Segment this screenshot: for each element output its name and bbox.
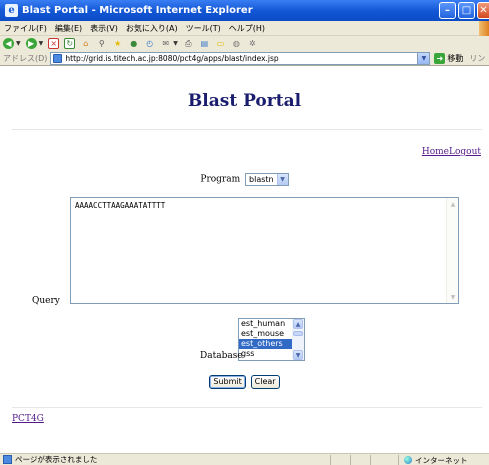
internet-explorer-icon: e (5, 4, 18, 17)
scroll-down-icon[interactable]: ▼ (293, 350, 303, 360)
forward-dropdown-icon[interactable]: ▼ (39, 40, 44, 47)
refresh-icon[interactable]: ↻ (64, 38, 76, 49)
window-titlebar: e Blast Portal - Microsoft Internet Expl… (0, 0, 489, 21)
back-icon[interactable]: ◀ (3, 38, 14, 49)
status-divider (398, 455, 399, 465)
window-controls: – □ ✕ (439, 2, 489, 19)
research-icon[interactable]: ✲ (247, 38, 258, 49)
bottom-divider (12, 407, 482, 408)
globe-icon (404, 456, 412, 464)
program-row: Program blastn ▼ (0, 173, 489, 186)
home-icon[interactable]: ⌂ (80, 38, 91, 49)
window-title: Blast Portal - Microsoft Internet Explor… (22, 5, 253, 16)
go-label[interactable]: 移動 (447, 53, 463, 64)
database-listbox[interactable]: est_human est_mouse est_others gss ▲ ▼ (238, 318, 305, 361)
close-button[interactable]: ✕ (477, 2, 489, 19)
pct4g-link[interactable]: PCT4G (12, 414, 44, 424)
clear-button[interactable]: Clear (250, 375, 280, 389)
address-field[interactable]: http://grid.is.titech.ac.jp:8080/pct4g/a… (50, 51, 431, 65)
status-bar: ページが表示されました インターネット (0, 453, 489, 465)
status-text: ページが表示されました (15, 455, 98, 464)
query-scrollbar[interactable]: ▲ ▼ (446, 198, 458, 303)
menu-bar: ファイル(F) 編集(E) 表示(V) お気に入り(A) ツール(T) ヘルプ(… (0, 21, 489, 36)
database-label: Database (200, 351, 243, 361)
program-label: Program (200, 174, 241, 185)
query-text[interactable]: AAAACCTTAAGAAATATTTT (75, 201, 165, 210)
print-icon[interactable]: ⎙ (183, 38, 194, 49)
scroll-up-icon[interactable]: ▲ (448, 199, 458, 209)
status-divider (330, 455, 331, 465)
menu-tools[interactable]: ツール(T) (186, 23, 221, 34)
favorites-icon[interactable]: ★ (112, 38, 123, 49)
scroll-down-icon[interactable]: ▼ (448, 292, 458, 302)
database-option[interactable]: est_mouse (239, 329, 293, 339)
form-buttons: Submit Clear (0, 375, 489, 389)
scroll-thumb[interactable] (293, 331, 303, 336)
media-icon[interactable]: ● (128, 38, 139, 49)
program-select[interactable]: blastn ▼ (245, 173, 289, 186)
status-divider (370, 455, 371, 465)
page-content: Blast Portal HomeLogout Program blastn ▼… (0, 67, 489, 453)
top-divider (12, 129, 482, 130)
menu-view[interactable]: 表示(V) (90, 23, 118, 34)
links-label[interactable]: リン (469, 53, 485, 64)
discuss-icon[interactable]: ▭ (215, 38, 226, 49)
security-zone: インターネット (404, 454, 468, 465)
home-link[interactable]: Home (422, 147, 449, 157)
zone-label: インターネット (415, 455, 468, 465)
database-option[interactable]: gss (239, 349, 293, 359)
address-bar: アドレス(D) http://grid.is.titech.ac.jp:8080… (0, 51, 489, 66)
menu-edit[interactable]: 編集(E) (55, 23, 82, 34)
menu-help[interactable]: ヘルプ(H) (229, 23, 265, 34)
database-option-selected[interactable]: est_others (239, 339, 293, 349)
page-icon (53, 53, 63, 63)
back-dropdown-icon[interactable]: ▼ (16, 40, 21, 47)
chevron-down-icon[interactable]: ▼ (276, 174, 288, 185)
menu-file[interactable]: ファイル(F) (4, 23, 47, 34)
address-label: アドレス(D) (3, 53, 48, 63)
go-button[interactable]: ➜ 移動 (434, 52, 463, 64)
minimize-button[interactable]: – (439, 2, 456, 19)
page-done-icon (3, 455, 12, 464)
address-url[interactable]: http://grid.is.titech.ac.jp:8080/pct4g/a… (65, 54, 278, 63)
search-icon[interactable]: ⚲ (96, 38, 107, 49)
forward-icon[interactable]: ▶ (25, 38, 37, 49)
program-select-value[interactable]: blastn (246, 175, 277, 184)
windows-logo-icon (479, 21, 489, 36)
address-dropdown-icon[interactable]: ▼ (417, 52, 430, 64)
mail-icon[interactable]: ✉ (160, 38, 171, 49)
status-divider (350, 455, 351, 465)
messenger-icon[interactable]: ◍ (231, 38, 242, 49)
submit-button[interactable]: Submit (209, 375, 246, 389)
maximize-button[interactable]: □ (458, 2, 475, 19)
database-scrollbar[interactable]: ▲ ▼ (292, 319, 304, 360)
query-label: Query (32, 296, 60, 306)
page-title: Blast Portal (187, 91, 302, 111)
mail-dropdown-icon[interactable]: ▼ (173, 40, 178, 47)
edit-icon[interactable]: ▤ (199, 38, 210, 49)
database-option[interactable]: est_human (239, 319, 293, 329)
stop-icon[interactable]: × (48, 38, 60, 49)
menu-favorites[interactable]: お気に入り(A) (126, 23, 178, 34)
history-icon[interactable]: ◴ (144, 38, 155, 49)
scroll-up-icon[interactable]: ▲ (293, 319, 303, 329)
toolbar: ◀ ▼ ▶ ▼ × ↻ ⌂ ⚲ ★ ● ◴ ✉ ▼ ⎙ ▤ ▭ ◍ ✲ (0, 36, 489, 51)
go-arrow-icon[interactable]: ➜ (434, 52, 446, 64)
logout-link[interactable]: Logout (449, 147, 481, 157)
query-textarea[interactable]: AAAACCTTAAGAAATATTTT ▲ ▼ (70, 197, 459, 304)
top-links: HomeLogout (422, 147, 481, 157)
